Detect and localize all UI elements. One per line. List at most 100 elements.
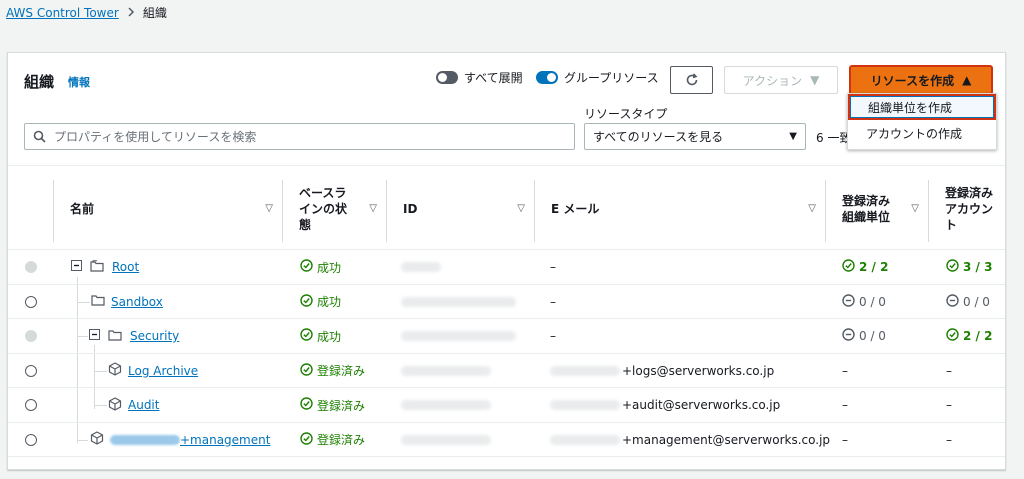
group-resources-toggle[interactable]: グループリソース (536, 69, 659, 86)
redacted-email-prefix (550, 434, 620, 445)
account-link-audit[interactable]: Audit (128, 398, 159, 412)
refresh-icon (686, 73, 697, 86)
success-icon (300, 431, 313, 448)
ou-link-security[interactable]: Security (130, 329, 179, 343)
email-value: – (550, 260, 556, 274)
account-link-management[interactable]: +management (180, 433, 270, 447)
sort-icon: ▽ (808, 203, 816, 214)
success-icon (946, 259, 959, 275)
minus-circle-icon (946, 293, 959, 310)
registered-ou-count: – (842, 398, 848, 412)
sort-icon: ▽ (911, 203, 919, 214)
caret-up-icon: ▲ (962, 73, 972, 87)
success-icon (300, 328, 313, 344)
table-row[interactable]: Sandbox 成功 – 0 / 0 0 / 0 (8, 285, 1005, 319)
collapse-icon[interactable] (71, 260, 82, 274)
folder-icon (91, 294, 105, 309)
resource-type-select[interactable]: すべてのリソースを見る ▼ (584, 123, 806, 150)
email-value: +audit@serverworks.co.jp (622, 398, 781, 412)
registered-account-count: 2 / 2 (963, 329, 993, 343)
registered-ou-count: 0 / 0 (859, 329, 886, 343)
ou-link-root[interactable]: Root (112, 260, 139, 274)
table-row[interactable]: Root 成功 – 2 / 2 3 / 3 (8, 250, 1005, 285)
row-radio[interactable] (25, 364, 37, 377)
success-icon (300, 293, 313, 310)
table-row[interactable]: +management 登録済み +management@serverworks… (8, 423, 1005, 457)
group-resources-label: グループリソース (564, 71, 659, 85)
redacted-id (401, 400, 491, 410)
collapse-icon[interactable] (89, 329, 100, 343)
organization-panel: 組織 情報 すべて展開 グループリソース アクション ▼ リソースを作成 ▲ 組… (7, 52, 1006, 470)
minus-circle-icon (842, 328, 855, 344)
column-header-id[interactable]: ID ▽ (387, 166, 535, 251)
row-radio (25, 330, 37, 342)
menu-item-create-ou[interactable]: 組織単位を作成 (848, 94, 996, 120)
action-button[interactable]: アクション ▼ (724, 66, 838, 94)
column-acct-label-2: アカウン (945, 201, 994, 216)
column-acct-label-3: ト (945, 217, 958, 232)
redacted-id (401, 365, 491, 376)
folder-icon (90, 259, 104, 275)
search-icon (33, 130, 46, 143)
redacted-id (401, 331, 516, 341)
column-name-label: 名前 (70, 201, 95, 216)
cube-icon (108, 396, 122, 414)
email-value: +management@serverworks.co.jp (622, 432, 831, 447)
registered-ou-count: 0 / 0 (859, 294, 886, 309)
search-input[interactable]: プロパティを使用してリソースを検索 (24, 123, 575, 150)
cube-icon (108, 362, 122, 379)
row-radio[interactable] (25, 433, 37, 446)
refresh-button[interactable] (670, 66, 713, 94)
select-column-header (8, 166, 54, 251)
caret-down-icon: ▼ (810, 73, 820, 87)
table-row[interactable]: Security 成功 – 0 / 0 2 / 2 (8, 319, 1005, 354)
baseline-status: 成功 (317, 329, 342, 344)
table-row[interactable]: Audit 登録済み +audit@serverworks.co.jp – – (8, 388, 1005, 423)
row-radio[interactable] (25, 399, 37, 411)
column-header-email[interactable]: E メール ▽ (535, 166, 826, 251)
sort-icon: ▽ (265, 203, 273, 214)
success-icon (300, 397, 313, 413)
create-resource-label: リソースを作成 (870, 73, 955, 88)
baseline-status: 成功 (317, 295, 342, 309)
expand-all-label: すべて展開 (464, 71, 523, 85)
ou-link-sandbox[interactable]: Sandbox (111, 295, 163, 309)
success-icon (842, 259, 855, 275)
cube-icon (90, 431, 104, 448)
breadcrumb-root-link[interactable]: AWS Control Tower (6, 6, 119, 20)
toggle-on-icon (536, 71, 558, 84)
email-value: – (550, 329, 556, 343)
redacted-account-prefix (110, 434, 180, 445)
account-link-log-archive[interactable]: Log Archive (128, 364, 198, 378)
baseline-status: 登録済み (317, 433, 366, 447)
search-placeholder: プロパティを使用してリソースを検索 (54, 130, 257, 144)
menu-item-create-account[interactable]: アカウントの作成 (848, 120, 996, 146)
create-resource-button[interactable]: リソースを作成 ▲ (849, 65, 993, 95)
baseline-status: 成功 (317, 260, 342, 275)
redacted-id (401, 296, 516, 307)
minus-circle-icon (842, 293, 855, 310)
baseline-status: 登録済み (317, 398, 366, 413)
registered-ou-count: – (842, 363, 848, 378)
column-baseline-label-2: インの状 (299, 201, 348, 216)
folder-icon (108, 329, 122, 344)
column-header-registered-ou[interactable]: 登録済み 組織単位 ▽ (826, 166, 929, 251)
breadcrumb-current: 組織 (142, 6, 167, 20)
row-radio[interactable] (25, 295, 37, 308)
success-icon (946, 328, 959, 344)
table-row[interactable]: Log Archive 登録済み +logs@serverworks.co.jp… (8, 354, 1005, 388)
column-header-baseline[interactable]: ベースラ インの状 態 ▽ (283, 166, 387, 251)
column-header-name[interactable]: 名前 ▽ (54, 166, 283, 251)
expand-all-toggle[interactable]: すべて展開 (436, 69, 523, 86)
row-radio (25, 261, 37, 273)
email-value: – (550, 294, 556, 309)
column-header-registered-accounts[interactable]: 登録済み アカウン ト (929, 166, 1005, 251)
info-link[interactable]: 情報 (68, 74, 90, 90)
email-value: +logs@serverworks.co.jp (622, 363, 775, 378)
redacted-email-prefix (550, 365, 620, 376)
action-label: アクション (742, 73, 803, 88)
registered-account-count: – (946, 398, 952, 412)
redacted-id (401, 262, 441, 272)
caret-down-icon: ▼ (789, 131, 797, 142)
redacted-email-prefix (550, 400, 620, 410)
